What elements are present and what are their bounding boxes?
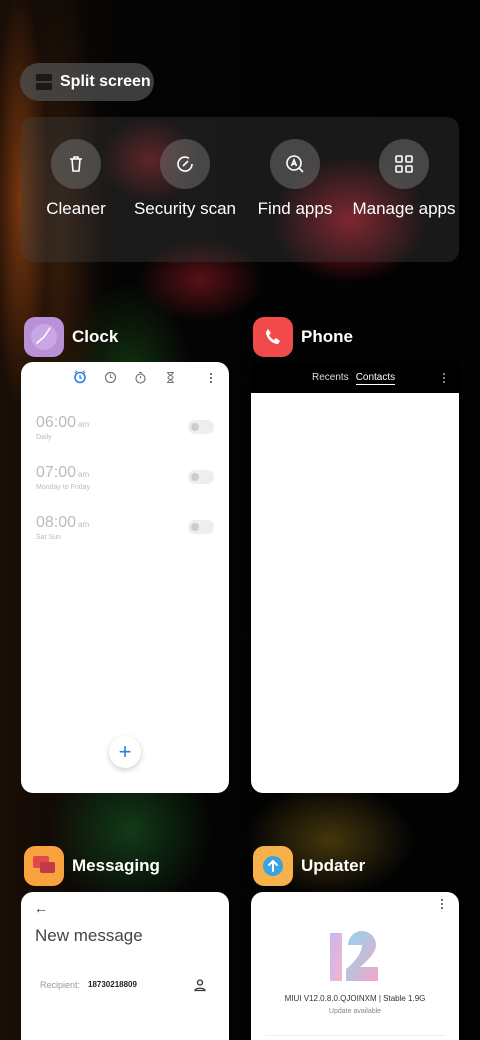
updater-more-icon[interactable] — [441, 899, 443, 909]
manage-apps-icon — [379, 139, 429, 189]
clock-app-icon — [24, 317, 64, 357]
phone-card-toolbar: Recents Contacts — [251, 362, 459, 393]
timer-tab-icon[interactable] — [163, 370, 177, 384]
alarm-toggle[interactable] — [188, 420, 214, 434]
alarm-toggle[interactable] — [188, 470, 214, 484]
manage-apps-button[interactable]: Manage apps — [349, 139, 459, 219]
split-screen-button[interactable]: Split screen — [20, 63, 154, 101]
back-arrow-icon[interactable]: ← — [34, 900, 48, 916]
manage-apps-label: Manage apps — [352, 199, 456, 218]
alarm-time: 06:00 — [36, 414, 77, 431]
recipient-label: Recipient: — [40, 980, 81, 990]
alarm-item[interactable]: 08:00 am Sat Sun — [36, 514, 89, 541]
alarm-period: am — [78, 470, 90, 479]
alarm-toggle[interactable] — [188, 520, 214, 534]
updater-app-header[interactable]: Updater — [253, 846, 365, 886]
security-scan-label: Security scan — [133, 199, 237, 218]
alarm-repeat: Daily — [36, 434, 52, 441]
phone-tabs: Recents Contacts — [312, 372, 396, 385]
tab-contacts[interactable]: Contacts — [355, 372, 396, 385]
messaging-app-header[interactable]: Messaging — [24, 846, 160, 886]
updater-app-icon — [253, 846, 293, 886]
split-screen-label: Split screen — [60, 73, 151, 90]
phone-app-header[interactable]: Phone — [253, 317, 353, 357]
find-apps-icon — [270, 139, 320, 189]
alarm-item[interactable]: 07:00 am Monday to Friday — [36, 464, 90, 491]
version-text: MIUI V12.0.8.0.QJOINXM | Stable 1.9G — [284, 994, 426, 1003]
divider — [265, 1035, 445, 1036]
updater-card[interactable]: MIUI V12.0.8.0.QJOINXM | Stable 1.9G Upd… — [251, 892, 459, 1040]
find-apps-button[interactable]: Find apps — [240, 139, 350, 219]
trash-icon — [51, 139, 101, 189]
alarm-item[interactable]: 06:00 am Daily — [36, 414, 89, 441]
alarm-repeat: Sat Sun — [36, 534, 61, 541]
add-alarm-button[interactable]: + — [109, 736, 141, 768]
updater-app-name: Updater — [301, 856, 366, 875]
miui-12-logo — [328, 931, 382, 988]
security-scan-button[interactable]: Security scan — [130, 139, 240, 219]
phone-app-name: Phone — [301, 327, 353, 346]
alarm-period: am — [78, 420, 90, 429]
stopwatch-tab-icon[interactable] — [133, 370, 147, 384]
clock-app-header[interactable]: Clock — [24, 317, 118, 357]
alarm-time: 07:00 — [36, 464, 77, 481]
find-apps-label: Find apps — [257, 199, 333, 218]
phone-card[interactable] — [251, 362, 459, 793]
cleaner-label: Cleaner — [46, 199, 106, 218]
alarm-period: am — [78, 520, 90, 529]
messaging-card[interactable]: ← New message Recipient: 18730218809 — [21, 892, 229, 1040]
world-clock-tab-icon[interactable] — [103, 370, 117, 384]
clock-card[interactable]: 06:00 am Daily 07:00 am Monday to Friday 0… — [21, 362, 229, 793]
alarm-time: 08:00 — [36, 514, 77, 531]
clock-tabs — [73, 370, 177, 384]
messaging-app-icon — [24, 846, 64, 886]
alarm-repeat: Monday to Friday — [36, 484, 91, 491]
split-screen-icon — [36, 74, 52, 90]
update-status: Update available — [328, 1008, 382, 1015]
contact-person-icon[interactable] — [193, 978, 207, 997]
phone-app-icon — [253, 317, 293, 357]
cleaner-button[interactable]: Cleaner — [21, 139, 131, 219]
tab-recents[interactable]: Recents — [312, 372, 349, 385]
security-scan-icon — [160, 139, 210, 189]
alarm-tab-icon[interactable] — [73, 370, 87, 384]
clock-app-name: Clock — [72, 327, 119, 346]
messaging-app-name: Messaging — [72, 856, 160, 875]
new-message-title: New message — [35, 926, 143, 945]
quick-actions-panel: Cleaner Security scan Find apps Manage a… — [21, 117, 459, 262]
clock-more-icon[interactable] — [210, 373, 212, 383]
recipient-number[interactable]: 18730218809 — [88, 980, 137, 989]
phone-more-icon[interactable] — [443, 373, 445, 383]
